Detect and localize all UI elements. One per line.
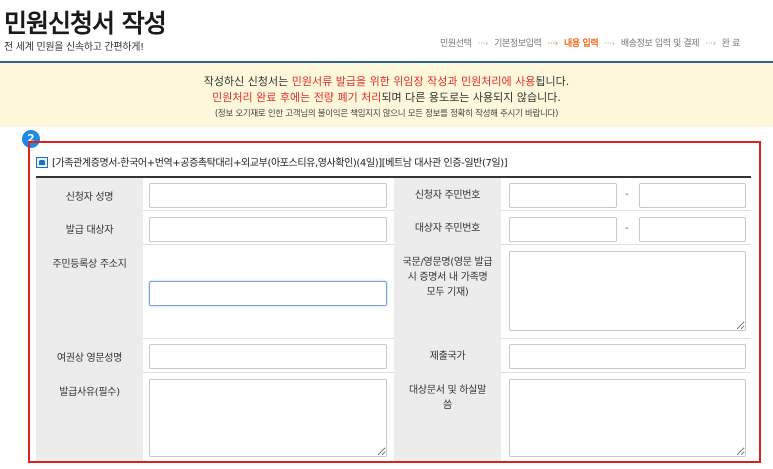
- notice-highlight: 민원서류 발급을 위한 위임장 작성과 민원처리에 사용: [291, 75, 536, 88]
- step-arrow-icon: ···›: [547, 39, 558, 49]
- passport-name-cell: [143, 339, 394, 373]
- step-content-input: 내용 입력: [564, 39, 599, 49]
- passport-name-input[interactable]: [149, 344, 387, 369]
- address-label: 주민등록상 주소지: [36, 245, 143, 339]
- name-local-cell: [501, 245, 751, 339]
- passport-name-label: 여권상 영문성명: [36, 339, 143, 373]
- rrn-separator: -: [625, 223, 629, 234]
- people-icon: [36, 157, 48, 168]
- product-title: [가족관계증명서-한국어+번역+공증촉탁대리+외교부(아포스티유,영사확인)(4…: [36, 154, 508, 169]
- target-docs-textarea[interactable]: [509, 379, 746, 457]
- name-local-textarea[interactable]: [509, 251, 746, 331]
- step-shipping-payment: 배송정보 입력 및 결제: [620, 39, 700, 49]
- step-indicator: 민원선택 ···› 기본정보입력 ···› 내용 입력 ···› 배송정보 입력 및 결제 ·…: [440, 36, 740, 49]
- notice-text: 되며 다른 용도로는 사용되지 않습니다.: [381, 91, 561, 104]
- application-form-panel: [가족관계증명서-한국어+번역+공증촉탁대리+외교부(아포스티유,영사확인)(4…: [28, 141, 761, 463]
- country-input[interactable]: [509, 344, 746, 369]
- page-title: 민원신청서 작성: [4, 9, 167, 38]
- applicant-rrn-back-input[interactable]: [639, 183, 746, 208]
- page-subtitle: 전 세계 민원을 신속하고 간편하게!: [4, 42, 144, 53]
- applicant-rrn-cell: -: [501, 178, 751, 211]
- notice-box: 작성하신 신청서는 민원서류 발급을 위한 위임장 작성과 민원처리에 사용됩니…: [0, 63, 773, 127]
- reason-cell: [143, 373, 394, 461]
- target-docs-label: 대상문서 및 하실말씀: [394, 373, 501, 461]
- applicant-rrn-label: 신청자 주민번호: [394, 178, 501, 211]
- step-complete: 완 료: [721, 39, 741, 49]
- step-arrow-icon: ···›: [705, 39, 716, 49]
- target-rrn-front-input[interactable]: [509, 217, 617, 242]
- target-docs-cell: [501, 373, 751, 461]
- notice-text: 됩니다.: [535, 75, 570, 88]
- notice-text: 작성하신 신청서는: [203, 75, 292, 88]
- step-basic-info: 기본정보입력: [494, 39, 542, 49]
- notice-line-3: (정보 오기재로 인한 고객님의 불이익은 책임지지 않으니 모든 정보를 정확…: [214, 109, 559, 119]
- country-cell: [501, 339, 751, 373]
- reason-label: 발급사유(필수): [36, 373, 143, 461]
- country-label: 제출국가: [394, 339, 501, 373]
- target-label: 발급 대상자: [36, 211, 143, 245]
- step-arrow-icon: ···›: [477, 39, 489, 49]
- target-rrn-cell: -: [501, 211, 751, 245]
- applicant-name-cell: [143, 178, 394, 211]
- notice-highlight: 민원처리 완료 후에는 전량 폐기 처리: [212, 91, 382, 104]
- target-name-input[interactable]: [149, 217, 387, 242]
- target-cell: [143, 211, 394, 245]
- reason-textarea[interactable]: [149, 379, 387, 457]
- product-title-text: [가족관계증명서-한국어+번역+공증촉탁대리+외교부(아포스티유,영사확인)(4…: [52, 158, 508, 169]
- notice-line-2: 민원처리 완료 후에는 전량 폐기 처리되며 다른 용도로는 사용되지 않습니다…: [0, 89, 773, 105]
- target-rrn-label: 대상자 주민번호: [394, 211, 501, 245]
- applicant-name-label: 신청자 성명: [36, 178, 143, 211]
- applicant-rrn-front-input[interactable]: [509, 183, 617, 208]
- address-cell: [143, 245, 394, 339]
- step-arrow-icon: ···›: [604, 39, 615, 49]
- rrn-separator: -: [625, 189, 629, 200]
- applicant-name-input[interactable]: [149, 183, 387, 208]
- notice-line-1: 작성하신 신청서는 민원서류 발급을 위한 위임장 작성과 민원처리에 사용됩니…: [0, 73, 773, 89]
- target-rrn-back-input[interactable]: [639, 217, 746, 242]
- step-select: 민원선택: [440, 39, 472, 49]
- name-local-label: 국문/영문명(영문 발급 시 증명서 내 가족명 모두 기재): [394, 245, 501, 339]
- address-input[interactable]: [149, 281, 387, 306]
